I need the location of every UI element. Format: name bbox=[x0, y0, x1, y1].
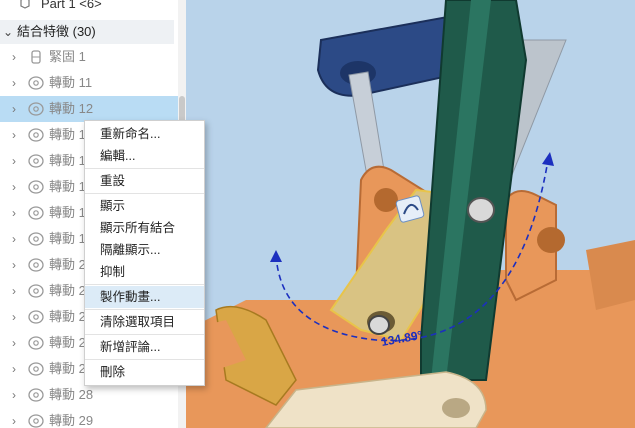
chevron-down-icon[interactable]: ⌄ bbox=[3, 20, 13, 44]
revolute-mate-icon bbox=[28, 310, 44, 324]
chevron-right-icon[interactable]: › bbox=[12, 96, 22, 122]
revolute-mate-icon bbox=[28, 154, 44, 168]
chevron-right-icon[interactable]: › bbox=[12, 252, 22, 278]
menu-item[interactable]: 重設 bbox=[85, 170, 204, 192]
revolute-mate-icon bbox=[28, 206, 44, 220]
menu-item[interactable]: 重新命名... bbox=[85, 123, 204, 145]
tree-item-label: 轉動 11 bbox=[49, 75, 93, 90]
context-menu: 重新命名... 編輯... 重設顯示 顯示所有結合 隔離顯示... 抑制製作動畫... 清除… bbox=[84, 120, 205, 386]
tree-item-label: 轉動 29 bbox=[49, 413, 94, 428]
menu-item[interactable]: 顯示 bbox=[85, 195, 204, 217]
chevron-right-icon[interactable]: › bbox=[12, 408, 22, 428]
menu-item[interactable]: 刪除 bbox=[85, 361, 204, 383]
chevron-right-icon[interactable]: › bbox=[12, 304, 22, 330]
tree-item[interactable]: › 轉動 11 bbox=[0, 70, 178, 96]
tree-item[interactable]: › 緊固 1 bbox=[0, 44, 178, 70]
menu-separator bbox=[85, 334, 204, 335]
part-icon bbox=[20, 0, 30, 9]
mate-features-group[interactable]: ⌄ 結合特徵 (30) bbox=[0, 20, 174, 44]
tree-item[interactable]: › 轉動 29 bbox=[0, 408, 178, 428]
revolute-mate-icon bbox=[28, 258, 44, 272]
part-label: Part 1 <6> bbox=[41, 0, 102, 11]
chevron-right-icon[interactable]: › bbox=[12, 122, 22, 148]
revolute-mate-icon bbox=[28, 232, 44, 246]
chevron-right-icon[interactable]: › bbox=[12, 330, 22, 356]
menu-separator bbox=[85, 359, 204, 360]
menu-item[interactable]: 顯示所有結合 bbox=[85, 217, 204, 239]
tree-item-label: 緊固 1 bbox=[49, 49, 86, 64]
tree-item[interactable]: › 轉動 12 bbox=[0, 96, 178, 122]
revolute-mate-icon bbox=[28, 76, 44, 90]
revolute-mate-icon bbox=[28, 414, 44, 428]
chevron-right-icon[interactable]: › bbox=[12, 70, 22, 96]
chevron-right-icon[interactable]: › bbox=[12, 44, 22, 70]
chevron-right-icon[interactable]: › bbox=[12, 174, 22, 200]
menu-item[interactable]: 編輯... bbox=[85, 145, 204, 167]
revolute-mate-icon bbox=[28, 388, 44, 402]
chevron-right-icon[interactable]: › bbox=[12, 226, 22, 252]
chevron-right-icon[interactable]: › bbox=[12, 382, 22, 408]
menu-item[interactable]: 隔離顯示... bbox=[85, 239, 204, 261]
menu-separator bbox=[85, 168, 204, 169]
chevron-right-icon[interactable]: › bbox=[12, 278, 22, 304]
menu-item[interactable]: 抑制 bbox=[85, 261, 204, 283]
tree-item-label: 轉動 12 bbox=[49, 101, 94, 116]
chevron-right-icon[interactable]: › bbox=[12, 356, 22, 382]
revolute-mate-icon bbox=[28, 180, 44, 194]
part-item[interactable]: Part 1 <6> bbox=[0, 0, 178, 16]
chevron-right-icon[interactable]: › bbox=[12, 200, 22, 226]
revolute-mate-icon bbox=[28, 284, 44, 298]
menu-separator bbox=[85, 284, 204, 285]
menu-item[interactable]: 新增評論... bbox=[85, 336, 204, 358]
fastened-mate-icon bbox=[31, 50, 41, 64]
group-label: 結合特徵 (30) bbox=[17, 24, 96, 39]
menu-separator bbox=[85, 309, 204, 310]
menu-item[interactable]: 製作動畫... bbox=[85, 286, 204, 308]
assembly-render: 134.89° bbox=[186, 0, 635, 428]
revolute-mate-icon bbox=[28, 102, 44, 116]
revolute-mate-icon bbox=[28, 128, 44, 142]
revolute-mate-icon bbox=[28, 336, 44, 350]
chevron-right-icon[interactable]: › bbox=[12, 148, 22, 174]
menu-separator bbox=[85, 193, 204, 194]
3d-viewport[interactable]: 134.89° bbox=[186, 0, 635, 428]
menu-item[interactable]: 清除選取項目 bbox=[85, 311, 204, 333]
revolute-mate-icon bbox=[28, 362, 44, 376]
